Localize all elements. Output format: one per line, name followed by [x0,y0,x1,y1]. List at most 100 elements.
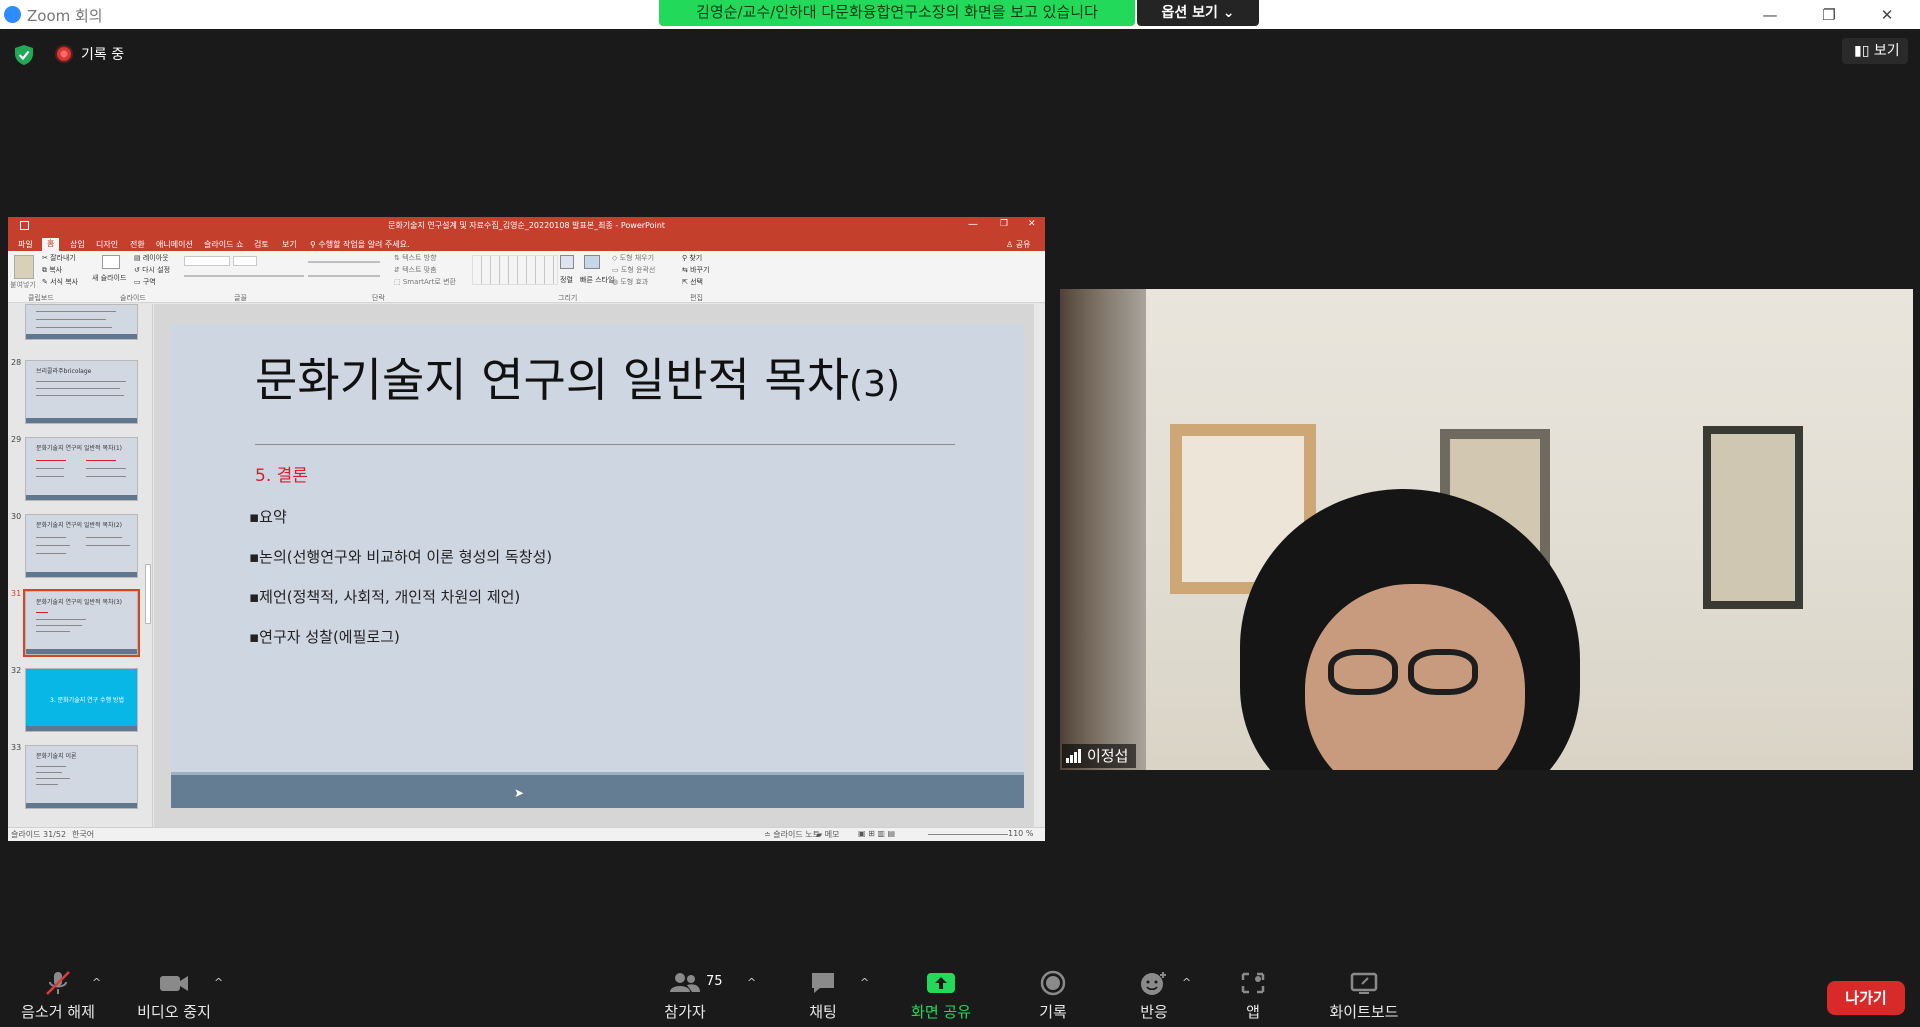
shape-fill-button[interactable]: ◇ 도형 채우기 [612,253,654,263]
paste-icon[interactable] [14,255,34,279]
section-label: 구역 [142,278,156,286]
slide-thumbnail[interactable]: 문화기술지 이론 [25,745,138,809]
tab-design[interactable]: 디자인 [96,239,118,250]
video-camera-icon [160,976,188,991]
shape-outline-button[interactable]: ▭ 도형 윤곽선 [612,265,655,275]
font-format-buttons[interactable] [184,275,304,277]
participant-name: 이정섭 [1087,747,1129,765]
zoom-slider[interactable] [928,834,1008,835]
thumbnail-number: 33 [11,743,22,752]
ribbon-group-paragraph: 단락 [372,294,385,302]
text-direction-button[interactable]: ⇅ 텍스트 방향 [394,253,437,263]
mouse-cursor-icon: ➤ [514,786,525,800]
close-button[interactable]: ✕ [1873,4,1901,26]
thumbnails-scrollbar[interactable] [145,564,151,624]
view-layout-button[interactable]: ▮▯ 보기 [1842,38,1908,64]
ppt-restore-icon[interactable]: ❐ [1000,219,1008,229]
record-button[interactable]: 기록 [1032,970,1074,1022]
cut-button[interactable]: ✂ 잘라내기 [42,253,76,263]
align-text-button[interactable]: ⇵ 텍스트 맞춤 [394,265,437,275]
layout-icon: ▮▯ [1854,43,1870,59]
layout-button[interactable]: ▤ 레이아웃 [134,253,169,263]
chat-options-caret-icon[interactable]: ^ [860,976,869,989]
slide-thumbnail[interactable]: 3. 문화기술지 연구 수행 방법 [25,668,138,732]
chat-button[interactable]: 채팅 [800,970,846,1022]
arrange-icon[interactable] [560,255,574,269]
tab-review[interactable]: 검토 [254,239,269,250]
view-options-button[interactable]: 옵션 보기 ⌄ [1137,0,1259,26]
slide-thumbnails-pane[interactable]: 28 브리콜라주bricolage 29 문화기술지 연구의 일반적 목차(1)… [8,304,153,827]
replace-button[interactable]: ⇆ 바꾸기 [682,265,709,275]
slide-thumbnail-selected[interactable]: 문화기술지 연구의 일반적 목차(3) [23,589,140,657]
share-ppt-button[interactable]: ♙ 공유 [1006,239,1030,250]
tab-transitions[interactable]: 전환 [130,239,145,250]
notes-button[interactable]: ≐ 슬라이드 노트 [764,829,820,840]
ppt-close-icon[interactable]: ✕ [1028,219,1036,229]
tab-file[interactable]: 파일 [18,239,33,250]
participant-name-tag: 이정섭 [1062,744,1137,768]
stop-video-button[interactable]: 비디오 중지 [132,970,216,1022]
video-options-caret-icon[interactable]: ^ [214,976,223,989]
arrange-label[interactable]: 정렬 [560,275,573,285]
unmute-button[interactable]: 음소거 해제 [18,970,98,1022]
thumbnail-footer [26,649,137,654]
view-mode-icons[interactable]: ▣ ⊞ ▥ ▤ [858,829,895,838]
reactions-options-caret-icon[interactable]: ^ [1182,976,1191,989]
whiteboard-icon [1350,972,1378,994]
slide-thumbnail[interactable] [25,304,138,340]
section-button[interactable]: ▭ 구역 [134,277,156,287]
whiteboard-button[interactable]: 화이트보드 [1322,970,1406,1022]
align-buttons[interactable] [308,275,380,277]
zoom-level[interactable]: 110 % [1008,829,1033,838]
tab-home[interactable]: 홈 [42,238,60,251]
new-slide-icon[interactable] [102,255,120,269]
layout-label: 레이아웃 [142,254,169,262]
slide-thumbnail[interactable]: 문화기술지 연구의 일반적 목차(1) [25,437,138,501]
ppt-ribbon-tabs: 파일 홈 삽입 디자인 전환 애니메이션 슬라이드 쇼 검토 보기 ⚲ 수행할 … [8,237,1045,251]
tell-me-search[interactable]: ⚲ 수행할 작업을 알려 주세요. [310,239,410,250]
comments-button[interactable]: ▰ 메모 [816,829,839,840]
share-screen-button[interactable]: 화면 공유 [902,970,980,1022]
select-button[interactable]: ⇱ 선택 [682,277,703,287]
language-indicator[interactable]: 한국어 [72,829,94,840]
leave-meeting-button[interactable]: 나가기 [1827,981,1905,1015]
quick-styles-label[interactable]: 빠른 스타일 [580,275,614,285]
reactions-button[interactable]: 반응 [1134,970,1174,1022]
shared-screen-powerpoint[interactable]: 문화기술지 연구설계 및 자료수집_김영순_20220108 발표본_최종 - … [8,217,1045,841]
slide-thumbnail[interactable]: 문화기술지 연구의 일반적 목차(2) [25,514,138,578]
tab-insert[interactable]: 삽입 [70,239,85,250]
slide-vertical-scrollbar[interactable] [1034,304,1045,827]
slide-canvas[interactable]: 문화기술지 연구의 일반적 목차(3) 5. 결론 ▪요약 ▪논의(선행연구와 … [154,304,1045,827]
quick-styles-icon[interactable] [584,255,600,269]
font-size-input[interactable] [233,256,257,266]
ppt-minimize-icon[interactable]: — [968,219,978,230]
tab-slideshow[interactable]: 슬라이드 쇼 [204,239,243,250]
audio-options-caret-icon[interactable]: ^ [92,976,101,989]
apps-button[interactable]: 앱 [1236,970,1270,1022]
restore-button[interactable]: ❐ [1815,4,1843,26]
tab-animations[interactable]: 애니메이션 [156,239,193,250]
shape-effects-label: 도형 효과 [620,278,649,286]
encryption-shield-icon[interactable] [15,45,33,65]
participant-video[interactable] [1060,289,1913,770]
participants-label: 참가자 [664,1003,706,1021]
minimize-button[interactable]: — [1756,4,1784,26]
align-text-label: 텍스트 맞춤 [402,266,437,274]
list-buttons[interactable] [308,261,380,263]
new-slide-label[interactable]: 새 슬라이드 [92,273,126,283]
save-icon[interactable] [20,221,29,230]
slide-thumbnail[interactable]: 브리콜라주bricolage [25,360,138,424]
thumbnail-text-line [36,772,62,773]
smartart-button[interactable]: ⬚ SmartArt로 변환 [394,277,456,287]
current-slide[interactable]: 문화기술지 연구의 일반적 목차(3) 5. 결론 ▪요약 ▪논의(선행연구와 … [171,324,1024,808]
slide-bullet: ▪요약 [249,508,287,526]
copy-button[interactable]: ⧉ 복사 [42,265,62,275]
find-button[interactable]: ⚲ 찾기 [682,253,702,263]
tab-view[interactable]: 보기 [282,239,297,250]
participants-options-caret-icon[interactable]: ^ [747,976,756,989]
shape-effects-button[interactable]: ◍ 도형 효과 [612,277,648,287]
shapes-gallery[interactable] [472,255,558,285]
format-painter-button[interactable]: ✎ 서식 복사 [42,277,78,287]
font-name-input[interactable] [184,256,230,266]
reset-button[interactable]: ↺ 다시 설정 [134,265,170,275]
